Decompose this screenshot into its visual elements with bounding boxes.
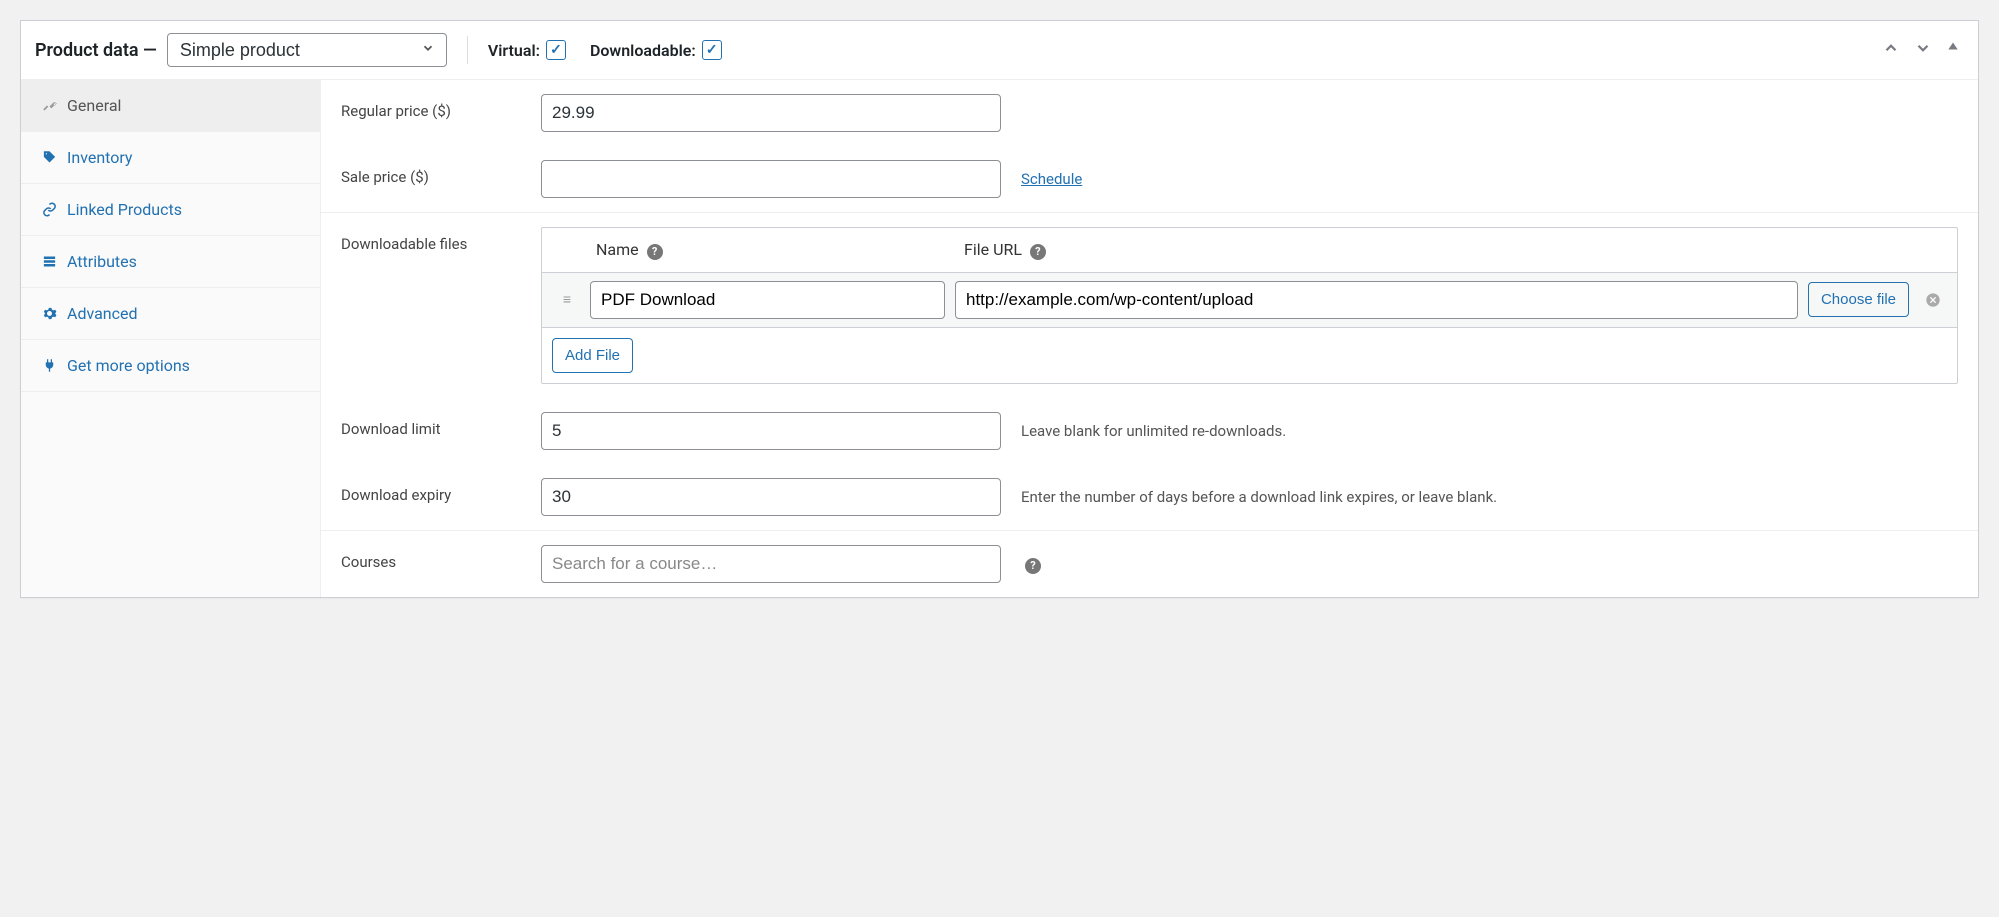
download-limit-label: Download limit [341, 412, 521, 438]
courses-label: Courses [341, 545, 521, 571]
link-icon [41, 202, 57, 218]
downloadable-checkbox[interactable] [702, 40, 722, 60]
downloadable-option[interactable]: Downloadable: [590, 40, 722, 60]
sidebar-item-label: Get more options [67, 356, 190, 375]
panel-body: General Inventory Linked Products Attrib… [21, 80, 1978, 597]
download-limit-input[interactable] [541, 412, 1001, 450]
row-downloadable-files: Downloadable files Name ? File URL ? ≡ [321, 212, 1978, 398]
help-icon[interactable]: ? [1030, 244, 1046, 260]
sidebar: General Inventory Linked Products Attrib… [21, 80, 321, 597]
files-footer: Add File [542, 327, 1957, 383]
schedule-link[interactable]: Schedule [1021, 170, 1082, 188]
sale-price-label: Sale price ($) [341, 160, 521, 186]
delete-file-icon[interactable] [1919, 292, 1947, 308]
sidebar-item-label: Attributes [67, 252, 137, 271]
gear-icon [41, 306, 57, 322]
panel-controls [1878, 35, 1964, 65]
choose-file-button[interactable]: Choose file [1808, 282, 1909, 317]
file-url-header: File URL [964, 240, 1022, 259]
download-expiry-label: Download expiry [341, 478, 521, 504]
courses-search-input[interactable] [541, 545, 1001, 583]
sidebar-item-label: General [67, 96, 121, 115]
wrench-icon [41, 98, 57, 114]
row-courses: Courses ? [321, 530, 1978, 597]
row-download-limit: Download limit Leave blank for unlimited… [321, 398, 1978, 464]
sidebar-item-inventory[interactable]: Inventory [21, 132, 320, 184]
product-data-panel: Product data — Simple product Virtual: D… [20, 20, 1979, 598]
download-expiry-input[interactable] [541, 478, 1001, 516]
sidebar-item-label: Inventory [67, 148, 133, 167]
move-down-icon[interactable] [1910, 35, 1936, 65]
sidebar-item-label: Linked Products [67, 200, 182, 219]
sidebar-item-more-options[interactable]: Get more options [21, 340, 320, 392]
file-row: ≡ Choose file [542, 272, 1957, 327]
sidebar-item-advanced[interactable]: Advanced [21, 288, 320, 340]
files-header: Name ? File URL ? [542, 228, 1957, 272]
list-icon [41, 254, 57, 270]
drag-handle-icon[interactable]: ≡ [552, 291, 580, 308]
download-expiry-help: Enter the number of days before a downlo… [1021, 478, 1958, 509]
file-name-header: Name [596, 240, 639, 259]
product-type-select-wrap: Simple product [167, 33, 447, 67]
sale-price-input[interactable] [541, 160, 1001, 198]
sidebar-item-label: Advanced [67, 304, 138, 323]
regular-price-label: Regular price ($) [341, 94, 521, 120]
virtual-checkbox[interactable] [546, 40, 566, 60]
help-icon[interactable]: ? [647, 244, 663, 260]
file-name-input[interactable] [590, 281, 945, 319]
row-regular-price: Regular price ($) [321, 80, 1978, 146]
tag-icon [41, 150, 57, 166]
product-type-options: Virtual: Downloadable: [488, 40, 722, 60]
downloadable-label: Downloadable: [590, 41, 696, 60]
file-url-input[interactable] [955, 281, 1798, 319]
sidebar-item-linked-products[interactable]: Linked Products [21, 184, 320, 236]
toggle-panel-icon[interactable] [1942, 35, 1964, 65]
content: Regular price ($) Sale price ($) Schedul… [321, 80, 1978, 597]
virtual-option[interactable]: Virtual: [488, 40, 566, 60]
files-box: Name ? File URL ? ≡ Choose file [541, 227, 1958, 384]
panel-title: Product data — [35, 40, 157, 61]
move-up-icon[interactable] [1878, 35, 1904, 65]
regular-price-input[interactable] [541, 94, 1001, 132]
virtual-label: Virtual: [488, 41, 540, 60]
product-type-select[interactable]: Simple product [167, 33, 447, 67]
download-limit-help: Leave blank for unlimited re-downloads. [1021, 412, 1958, 443]
divider [467, 36, 468, 64]
row-download-expiry: Download expiry Enter the number of days… [321, 464, 1978, 530]
sidebar-item-attributes[interactable]: Attributes [21, 236, 320, 288]
plug-icon [41, 358, 57, 374]
row-sale-price: Sale price ($) Schedule [321, 146, 1978, 212]
sidebar-item-general[interactable]: General [21, 80, 320, 132]
help-icon[interactable]: ? [1025, 558, 1041, 574]
panel-header: Product data — Simple product Virtual: D… [21, 21, 1978, 80]
add-file-button[interactable]: Add File [552, 338, 633, 373]
downloadable-files-label: Downloadable files [341, 227, 521, 253]
